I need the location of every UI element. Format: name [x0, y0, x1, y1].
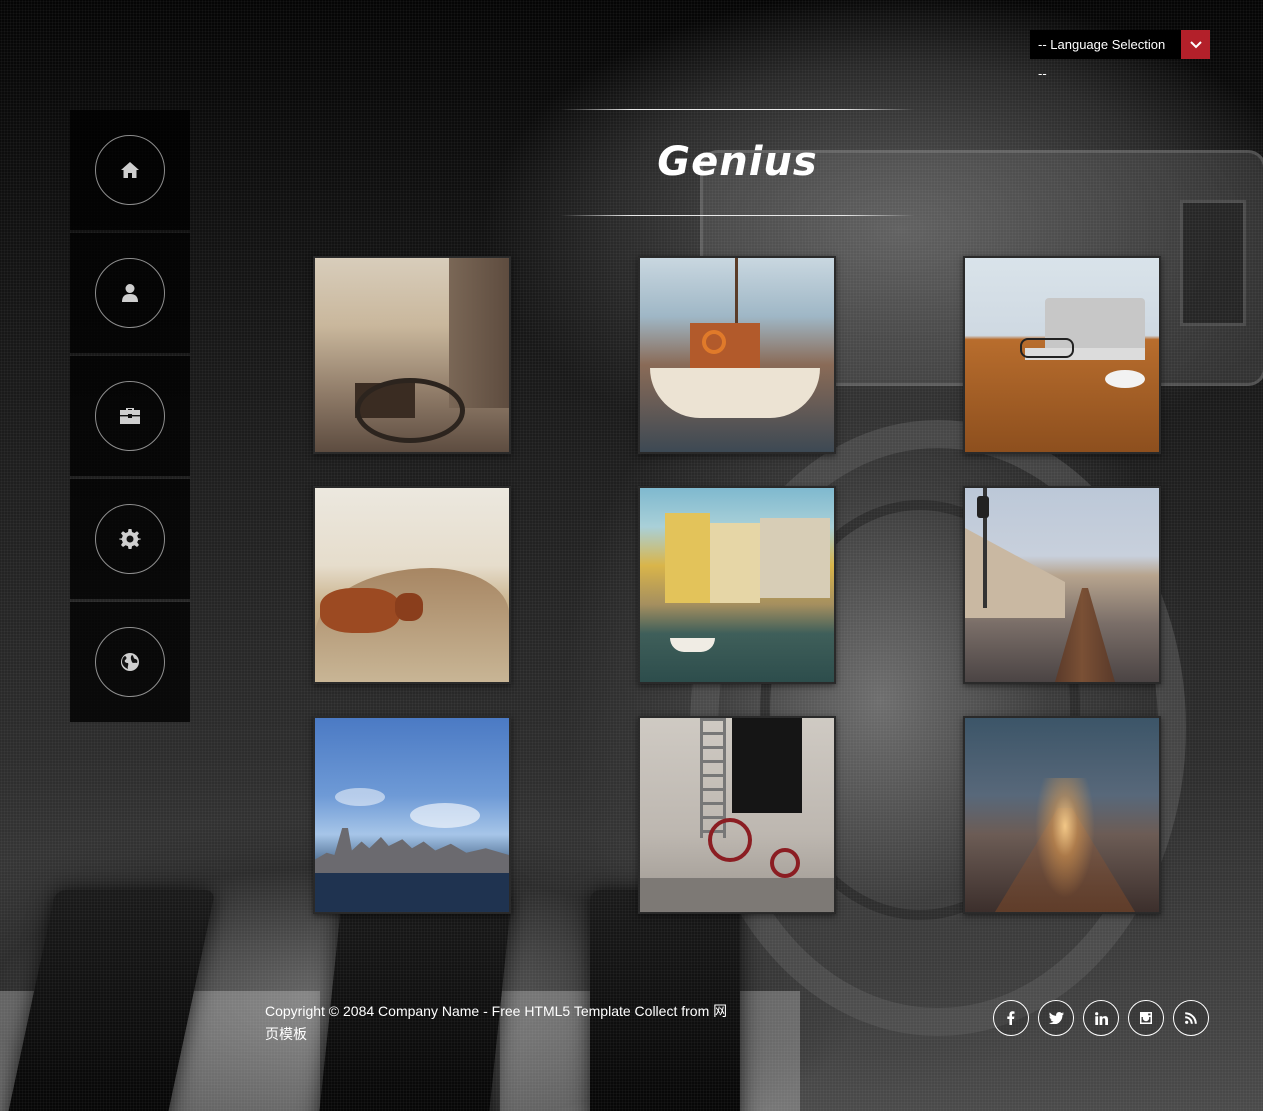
gallery-image — [640, 258, 834, 452]
twitter-icon — [1048, 1012, 1064, 1024]
header-divider-top — [560, 109, 915, 110]
facebook-icon — [1007, 1011, 1015, 1025]
chevron-down-icon — [1189, 40, 1202, 48]
language-dropdown-button[interactable] — [1181, 30, 1210, 59]
globe-icon — [121, 653, 139, 671]
gallery-image — [640, 488, 834, 682]
facebook-button[interactable] — [993, 1000, 1029, 1036]
gallery-image — [965, 718, 1159, 912]
linkedin-icon — [1094, 1011, 1108, 1025]
language-selector-label[interactable]: -- Language Selection -- — [1030, 30, 1181, 81]
nav-item-portfolio[interactable] — [70, 356, 190, 476]
user-icon — [122, 284, 138, 302]
site-logo[interactable]: Genius — [560, 139, 915, 185]
nav-item-home[interactable] — [70, 110, 190, 230]
language-selector[interactable]: -- Language Selection -- — [1030, 30, 1210, 81]
instagram-button[interactable] — [1128, 1000, 1164, 1036]
nav-item-world[interactable] — [70, 602, 190, 722]
gallery-item-foggy-railway[interactable] — [963, 716, 1161, 914]
gallery-item-sailboat-harbor[interactable] — [638, 256, 836, 454]
gallery-item-railway-coast[interactable] — [963, 486, 1161, 684]
site-header: Genius — [560, 109, 915, 216]
gallery-item-street-bicycle[interactable] — [313, 256, 511, 454]
rss-button[interactable] — [1173, 1000, 1209, 1036]
sidebar-nav — [70, 110, 190, 722]
gallery-item-canal-houses[interactable] — [638, 486, 836, 684]
social-links — [993, 1000, 1209, 1036]
instagram-icon — [1140, 1012, 1152, 1024]
home-icon — [121, 162, 139, 178]
gallery-image — [315, 718, 509, 912]
header-divider-bottom — [560, 215, 915, 216]
briefcase-icon — [120, 408, 140, 424]
gallery-item-highland-cow[interactable] — [313, 486, 511, 684]
gallery-item-laptop-glasses-desk[interactable] — [963, 256, 1161, 454]
site-logo-text: Genius — [657, 139, 818, 185]
gallery-image — [315, 258, 509, 452]
gallery-image — [640, 718, 834, 912]
twitter-button[interactable] — [1038, 1000, 1074, 1036]
gallery-image — [965, 488, 1159, 682]
gallery-item-red-tricycle[interactable] — [638, 716, 836, 914]
nav-item-about[interactable] — [70, 233, 190, 353]
gallery-item-city-skyline[interactable] — [313, 716, 511, 914]
gallery-image — [315, 488, 509, 682]
gear-icon — [119, 529, 141, 549]
photo-gallery — [313, 256, 1161, 915]
rss-icon — [1185, 1012, 1197, 1024]
nav-item-settings[interactable] — [70, 479, 190, 599]
linkedin-button[interactable] — [1083, 1000, 1119, 1036]
footer-copyright: Copyright © 2084 Company Name - Free HTM… — [265, 1003, 728, 1042]
gallery-image — [965, 258, 1159, 452]
